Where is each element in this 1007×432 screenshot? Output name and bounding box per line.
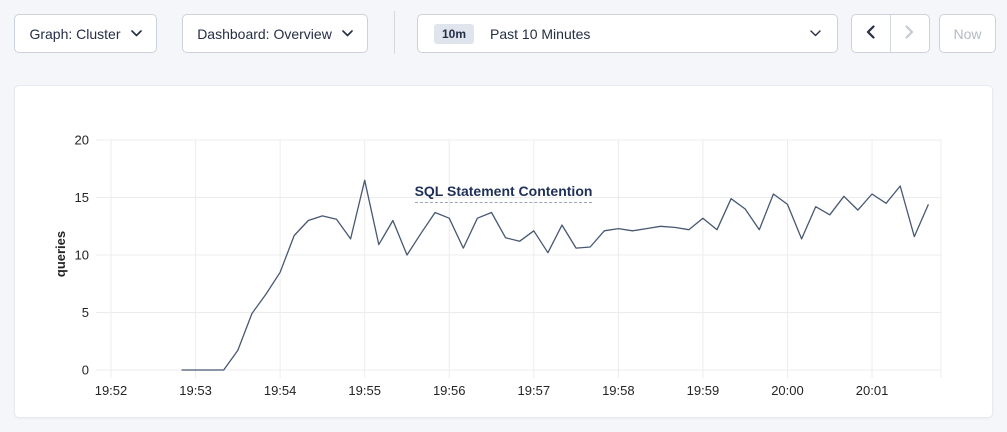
dashboard-dropdown[interactable]: Dashboard: Overview: [182, 14, 368, 53]
sql-contention-chart: 0510152019:5219:5319:5419:5519:5619:5719…: [15, 86, 994, 419]
svg-text:19:53: 19:53: [179, 383, 212, 398]
time-range-label: Past 10 Minutes: [490, 26, 590, 42]
graph-dropdown[interactable]: Graph: Cluster: [14, 14, 157, 53]
svg-text:19:56: 19:56: [433, 383, 466, 398]
chevron-right-icon: [905, 25, 914, 42]
chevron-down-icon: [810, 30, 821, 37]
previous-interval-button[interactable]: [852, 15, 891, 52]
chart-title[interactable]: SQL Statement Contention: [415, 183, 593, 203]
graph-dropdown-label: Graph: Cluster: [29, 26, 120, 42]
next-interval-button[interactable]: [891, 15, 930, 52]
svg-text:19:52: 19:52: [95, 383, 128, 398]
svg-text:19:58: 19:58: [602, 383, 635, 398]
svg-text:20:00: 20:00: [771, 383, 804, 398]
svg-text:20: 20: [75, 133, 89, 148]
chart-line: [182, 180, 929, 370]
svg-text:10: 10: [75, 248, 89, 263]
topbar-divider: [394, 11, 395, 54]
dashboard-dropdown-label: Dashboard: Overview: [197, 26, 332, 42]
now-button-label: Now: [953, 26, 981, 42]
chevron-left-icon: [866, 25, 875, 42]
svg-text:queries: queries: [53, 231, 68, 277]
svg-text:19:54: 19:54: [264, 383, 297, 398]
now-button[interactable]: Now: [939, 14, 996, 53]
time-range-badge: 10m: [434, 24, 474, 44]
chevron-down-icon: [342, 30, 353, 37]
svg-text:19:57: 19:57: [518, 383, 551, 398]
svg-text:19:55: 19:55: [348, 383, 381, 398]
chevron-down-icon: [131, 30, 142, 37]
time-range-selector[interactable]: 10m Past 10 Minutes: [417, 14, 838, 53]
time-step-group: [851, 14, 930, 53]
svg-text:0: 0: [82, 363, 89, 378]
chart-panel: 0510152019:5219:5319:5419:5519:5619:5719…: [14, 85, 993, 418]
svg-text:19:59: 19:59: [687, 383, 720, 398]
svg-text:5: 5: [82, 305, 89, 320]
svg-text:20:01: 20:01: [856, 383, 889, 398]
